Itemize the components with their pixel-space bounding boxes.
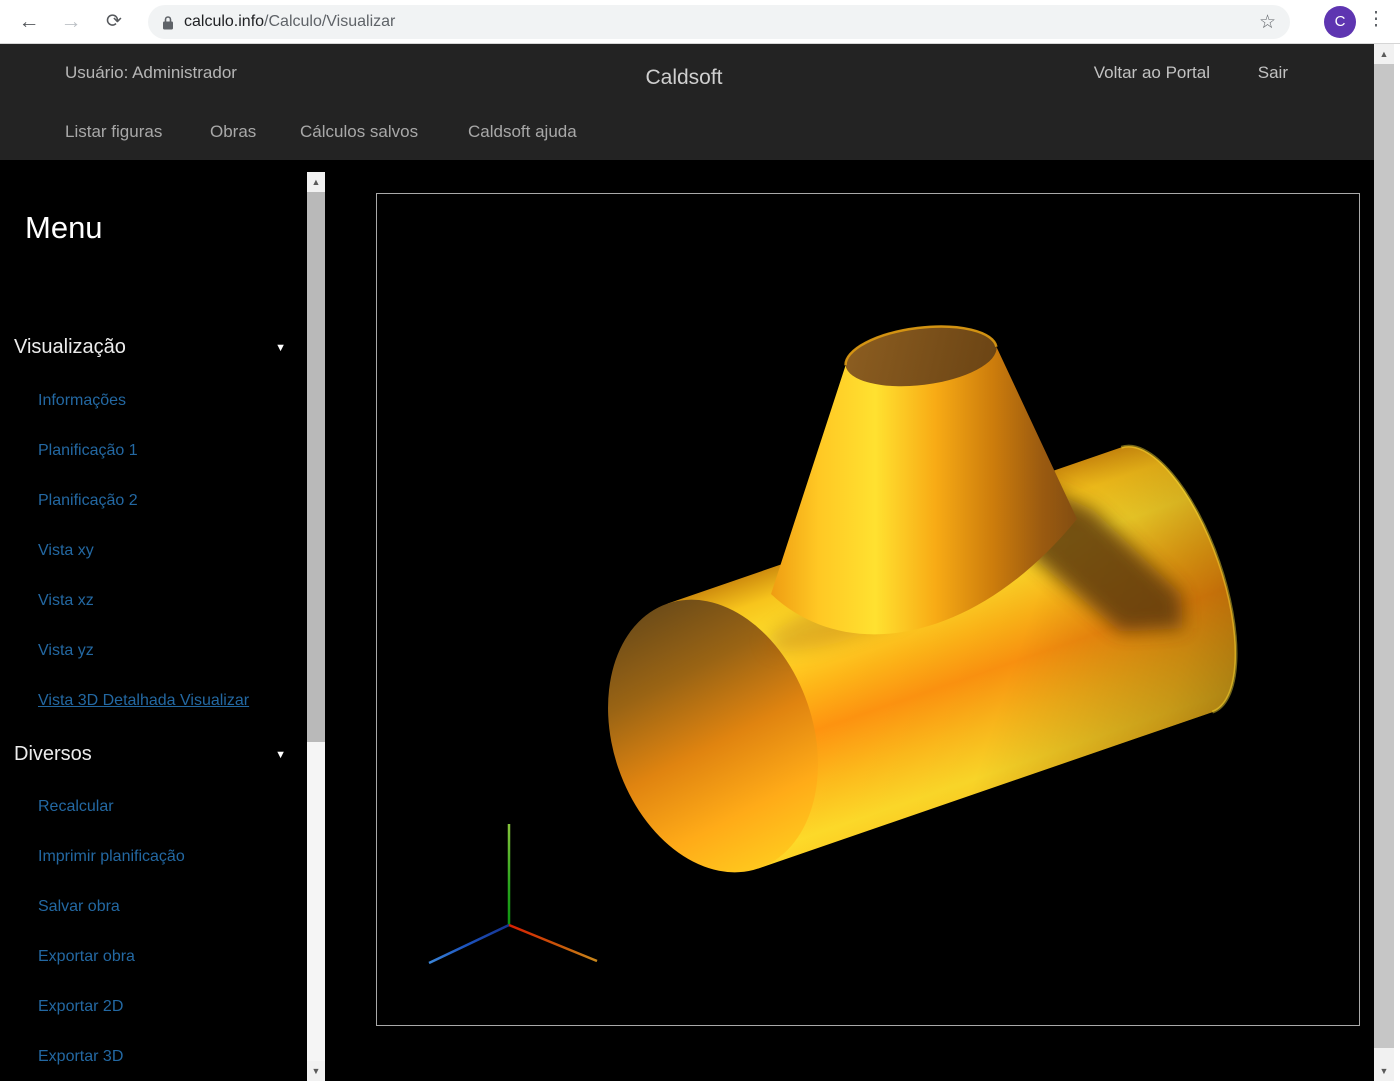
link-planificacao-2[interactable]: Planificação 2	[38, 476, 298, 526]
link-exportar-2d[interactable]: Exportar 2D	[38, 982, 298, 1032]
lock-icon	[162, 15, 174, 30]
address-bar[interactable]: calculo.info/Calculo/Visualizar ☆	[148, 5, 1290, 39]
nav-caldsoft-ajuda[interactable]: Caldsoft ajuda	[468, 122, 577, 142]
link-vista-3d-detalhada[interactable]: Vista 3D Detalhada Visualizar	[38, 676, 298, 726]
url-host: calculo.info	[184, 13, 264, 30]
reload-icon[interactable]: ⟳	[99, 7, 129, 37]
user-label: Usuário: Administrador	[65, 63, 237, 83]
window-edge	[1394, 44, 1400, 1081]
scrollbar-thumb[interactable]	[307, 192, 325, 742]
section-diversos[interactable]: Diversos ▼	[14, 743, 286, 766]
menu-title: Menu	[25, 210, 103, 246]
nav-listar-figuras[interactable]: Listar figuras	[65, 122, 162, 142]
browser-menu-icon[interactable]: ⋮	[1366, 8, 1386, 31]
scrollbar-thumb[interactable]	[1374, 64, 1394, 1048]
link-informacoes[interactable]: Informações	[38, 376, 298, 426]
sidebar-menu: Menu Visualização ▼ Informações Planific…	[0, 160, 307, 1081]
axis-z-line	[429, 925, 509, 963]
scrollbar-track[interactable]	[307, 192, 325, 1061]
axis-x-line	[509, 925, 597, 961]
browser-chrome: ← → ⟳ calculo.info/Calculo/Visualizar ☆ …	[0, 0, 1400, 44]
page-content: Menu Visualização ▼ Informações Planific…	[0, 160, 1400, 1081]
scroll-down-icon[interactable]: ▼	[1374, 1061, 1394, 1081]
link-vista-yz[interactable]: Vista yz	[38, 626, 298, 676]
forward-icon[interactable]: →	[56, 7, 86, 37]
scroll-up-icon[interactable]: ▲	[307, 172, 325, 192]
link-vista-xz[interactable]: Vista xz	[38, 576, 298, 626]
section-visualizacao-label: Visualização	[14, 336, 126, 359]
sidebar-scrollbar: ▲ ▼	[307, 172, 325, 1081]
visualizacao-links: Informações Planificação 1 Planificação …	[38, 376, 298, 726]
link-vista-xy[interactable]: Vista xy	[38, 526, 298, 576]
url-text[interactable]: calculo.info/Calculo/Visualizar	[184, 13, 395, 31]
chevron-down-icon: ▼	[275, 749, 286, 761]
link-imprimir-planificacao[interactable]: Imprimir planificação	[38, 832, 298, 882]
link-recalcular[interactable]: Recalcular	[38, 782, 298, 832]
app-header: Usuário: Administrador Caldsoft Voltar a…	[0, 44, 1400, 160]
tee-model	[573, 318, 1265, 901]
url-path: /Calculo/Visualizar	[264, 13, 395, 30]
link-exportar-obra[interactable]: Exportar obra	[38, 932, 298, 982]
nav-calculos-salvos[interactable]: Cálculos salvos	[300, 122, 418, 142]
axis-indicator	[429, 824, 597, 963]
scroll-down-icon[interactable]: ▼	[307, 1061, 325, 1081]
tee-model-svg	[377, 194, 1359, 1025]
link-planificacao-1[interactable]: Planificação 1	[38, 426, 298, 476]
browser-scrollbar: ▲ ▼	[1374, 44, 1394, 1081]
app-title: Caldsoft	[645, 66, 722, 90]
scroll-up-icon[interactable]: ▲	[1374, 44, 1394, 64]
link-salvar-obra[interactable]: Salvar obra	[38, 882, 298, 932]
profile-avatar[interactable]: C	[1324, 6, 1356, 38]
viewer-area	[325, 160, 1374, 1081]
viewport-3d[interactable]	[376, 193, 1360, 1026]
back-icon[interactable]: ←	[14, 7, 44, 37]
section-visualizacao[interactable]: Visualização ▼	[14, 336, 286, 359]
chevron-down-icon: ▼	[275, 342, 286, 354]
portal-link[interactable]: Voltar ao Portal	[1094, 63, 1210, 83]
section-diversos-label: Diversos	[14, 743, 92, 766]
link-exportar-3d[interactable]: Exportar 3D	[38, 1032, 298, 1081]
scrollbar-track[interactable]	[1374, 64, 1394, 1061]
nav-obras[interactable]: Obras	[210, 122, 256, 142]
logout-link[interactable]: Sair	[1258, 63, 1288, 83]
diversos-links: Recalcular Imprimir planificação Salvar …	[38, 782, 298, 1081]
bookmark-star-icon[interactable]: ☆	[1259, 11, 1276, 34]
